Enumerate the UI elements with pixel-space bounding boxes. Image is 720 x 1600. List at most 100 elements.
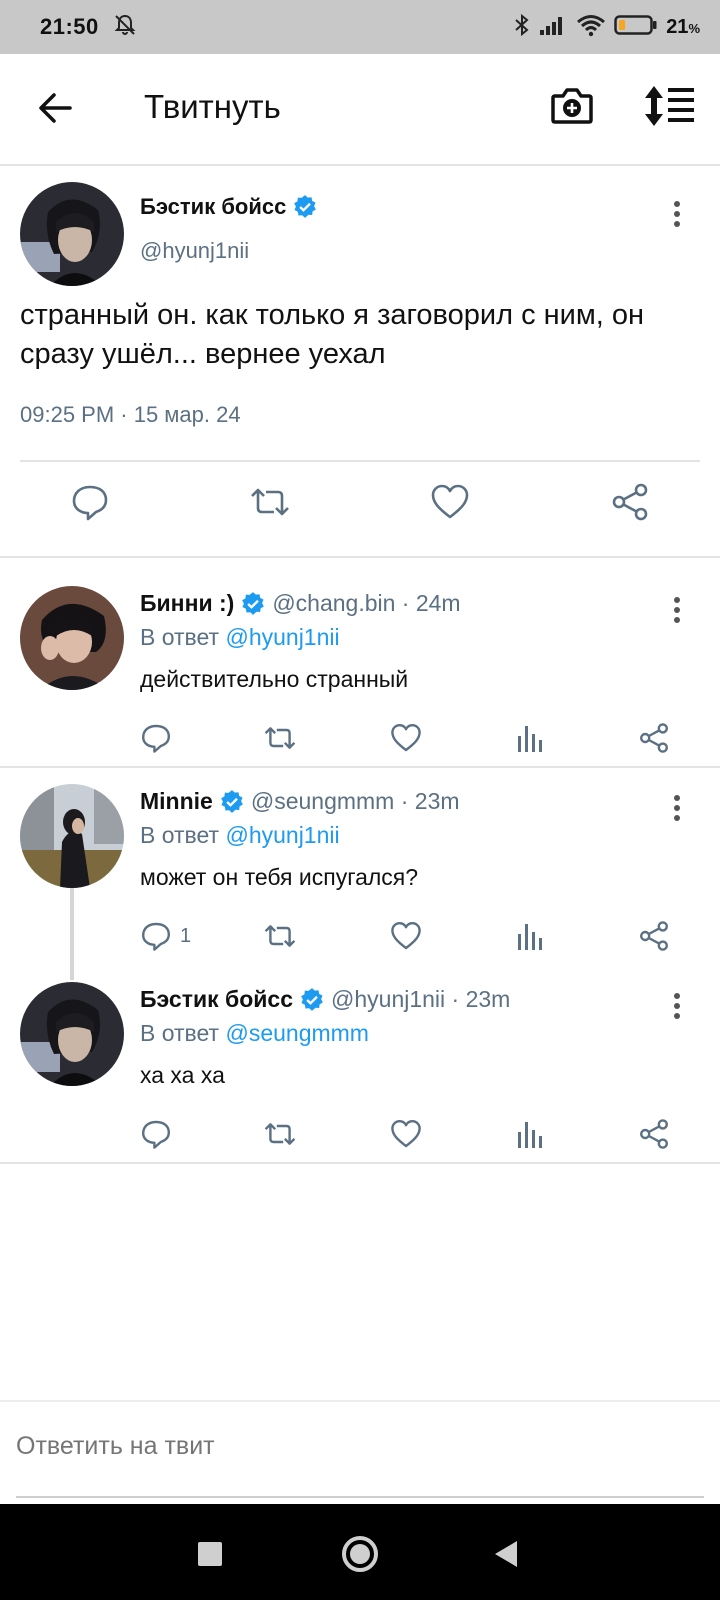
more-options-button[interactable] <box>662 196 692 232</box>
verified-badge-icon <box>242 591 265 615</box>
comment-icon <box>142 724 170 753</box>
reply-button[interactable] <box>66 478 114 526</box>
tweet-actions <box>0 478 720 538</box>
reply-button[interactable]: 1 <box>140 916 191 956</box>
share-button[interactable] <box>638 1114 670 1154</box>
arrow-left-icon <box>39 93 72 123</box>
more-vertical-icon <box>674 795 680 821</box>
reply-to-line: В ответ @hyunj1nii <box>140 822 340 849</box>
comment-icon <box>142 1120 170 1149</box>
verified-badge-icon <box>301 987 323 1011</box>
analytics-button[interactable] <box>516 718 544 758</box>
main-tweet: Бэстик бойсс @hyunj1nii странный он. как… <box>0 166 720 558</box>
reply-count: 1 <box>180 924 192 947</box>
triangle-back-icon <box>495 1541 517 1567</box>
input-underline <box>16 1496 704 1498</box>
avatar[interactable] <box>20 982 124 1086</box>
retweet-icon <box>264 925 296 947</box>
reply-header: Бинни :) @chang.bin · 24m <box>140 590 461 617</box>
author-name[interactable]: Бэстик бойсс <box>140 986 293 1013</box>
reply-to-prefix: В ответ <box>140 822 220 848</box>
like-button[interactable] <box>390 1114 422 1154</box>
reply-button[interactable] <box>140 1114 180 1154</box>
retweet-button[interactable] <box>262 916 298 956</box>
author-handle-time: @seungmmm · 23m <box>250 788 460 814</box>
share-button[interactable] <box>638 916 670 956</box>
reply-tweet[interactable]: Бинни :) @chang.bin · 24m В ответ @hyunj… <box>0 558 720 768</box>
share-icon <box>640 1119 668 1149</box>
home-button[interactable] <box>334 1528 386 1580</box>
back-button[interactable] <box>30 82 82 134</box>
like-button[interactable] <box>390 916 422 956</box>
avatar-image <box>20 784 124 888</box>
author-handle-time: @chang.bin · 24m <box>272 590 461 616</box>
heart-icon <box>391 922 421 950</box>
sort-icon <box>645 86 694 126</box>
verified-badge-icon <box>221 789 243 813</box>
author-name[interactable]: Бэстик бойсс <box>140 194 318 220</box>
battery-percent: 21% <box>666 15 700 38</box>
back-nav-button[interactable] <box>480 1528 532 1580</box>
battery-icon <box>614 13 658 42</box>
avatar-image <box>20 586 124 690</box>
home-circle-icon <box>342 1536 378 1572</box>
more-options-button[interactable] <box>662 790 692 826</box>
avatar[interactable] <box>20 586 124 690</box>
screenshot-button[interactable] <box>550 84 598 132</box>
sort-button[interactable] <box>644 84 696 132</box>
avatar[interactable] <box>20 182 124 286</box>
verified-badge-icon <box>294 195 317 218</box>
page-title: Твитнуть <box>144 88 281 125</box>
author-handle[interactable]: @hyunj1nii <box>140 238 249 264</box>
author-handle-time: @hyunj1nii · 23m <box>331 986 511 1012</box>
more-vertical-icon <box>674 993 680 1019</box>
analytics-button[interactable] <box>516 1114 544 1154</box>
reply-to-line: В ответ @hyunj1nii <box>140 624 340 651</box>
retweet-button[interactable] <box>246 478 294 526</box>
analytics-button[interactable] <box>516 916 544 956</box>
like-button[interactable] <box>390 718 422 758</box>
tweet-text: может он тебя испугался? <box>140 864 419 890</box>
bar-chart-icon <box>518 1122 542 1148</box>
tweet-actions <box>0 718 720 762</box>
share-button[interactable] <box>606 478 654 526</box>
reply-to-prefix: В ответ <box>140 1020 220 1046</box>
more-vertical-icon <box>674 597 680 623</box>
reply-input[interactable] <box>16 1432 706 1461</box>
reply-header: Minnie @seungmmm · 23m <box>140 788 460 815</box>
reply-to-line: В ответ @seungmmm <box>140 1020 369 1047</box>
author-name[interactable]: Бинни :) <box>140 590 234 617</box>
status-bar: 21:50 21% <box>0 0 720 54</box>
tweet-actions: 1 <box>0 916 720 960</box>
wifi-icon <box>576 13 606 42</box>
tweet-timestamp: 09:25 PM · 15 мар. 24 <box>20 402 241 427</box>
more-options-button[interactable] <box>662 592 692 628</box>
avatar[interactable] <box>20 784 124 888</box>
reply-tweet[interactable]: Бэстик бойсс @hyunj1nii · 23m В ответ @s… <box>0 966 720 1162</box>
tweet-text: действительно странный <box>140 666 409 692</box>
reply-to-prefix: В ответ <box>140 624 220 650</box>
bar-chart-icon <box>518 924 542 950</box>
share-button[interactable] <box>638 718 670 758</box>
mention-link[interactable]: @seungmmm <box>225 1020 369 1046</box>
retweet-icon <box>251 488 289 516</box>
comment-icon <box>142 922 170 951</box>
recents-button[interactable] <box>184 1528 236 1580</box>
tweet-text: странный он. как только я заговорил с ни… <box>20 299 645 370</box>
divider <box>0 1162 720 1164</box>
square-icon <box>198 1542 222 1566</box>
retweet-button[interactable] <box>262 1114 298 1154</box>
system-nav-bar <box>0 1504 720 1600</box>
reply-tweet[interactable]: Minnie @seungmmm · 23m В ответ @hyunj1ni… <box>0 768 720 966</box>
more-options-button[interactable] <box>662 988 692 1024</box>
reply-button[interactable] <box>140 718 180 758</box>
more-vertical-icon <box>674 201 680 227</box>
mention-link[interactable]: @hyunj1nii <box>225 624 339 650</box>
reply-composer <box>0 1400 720 1504</box>
like-button[interactable] <box>426 478 474 526</box>
top-app-bar: Твитнуть <box>0 54 720 166</box>
retweet-button[interactable] <box>262 718 298 758</box>
reply-header: Бэстик бойсс @hyunj1nii · 23m <box>140 986 510 1013</box>
author-name[interactable]: Minnie <box>140 788 213 815</box>
mention-link[interactable]: @hyunj1nii <box>225 822 339 848</box>
